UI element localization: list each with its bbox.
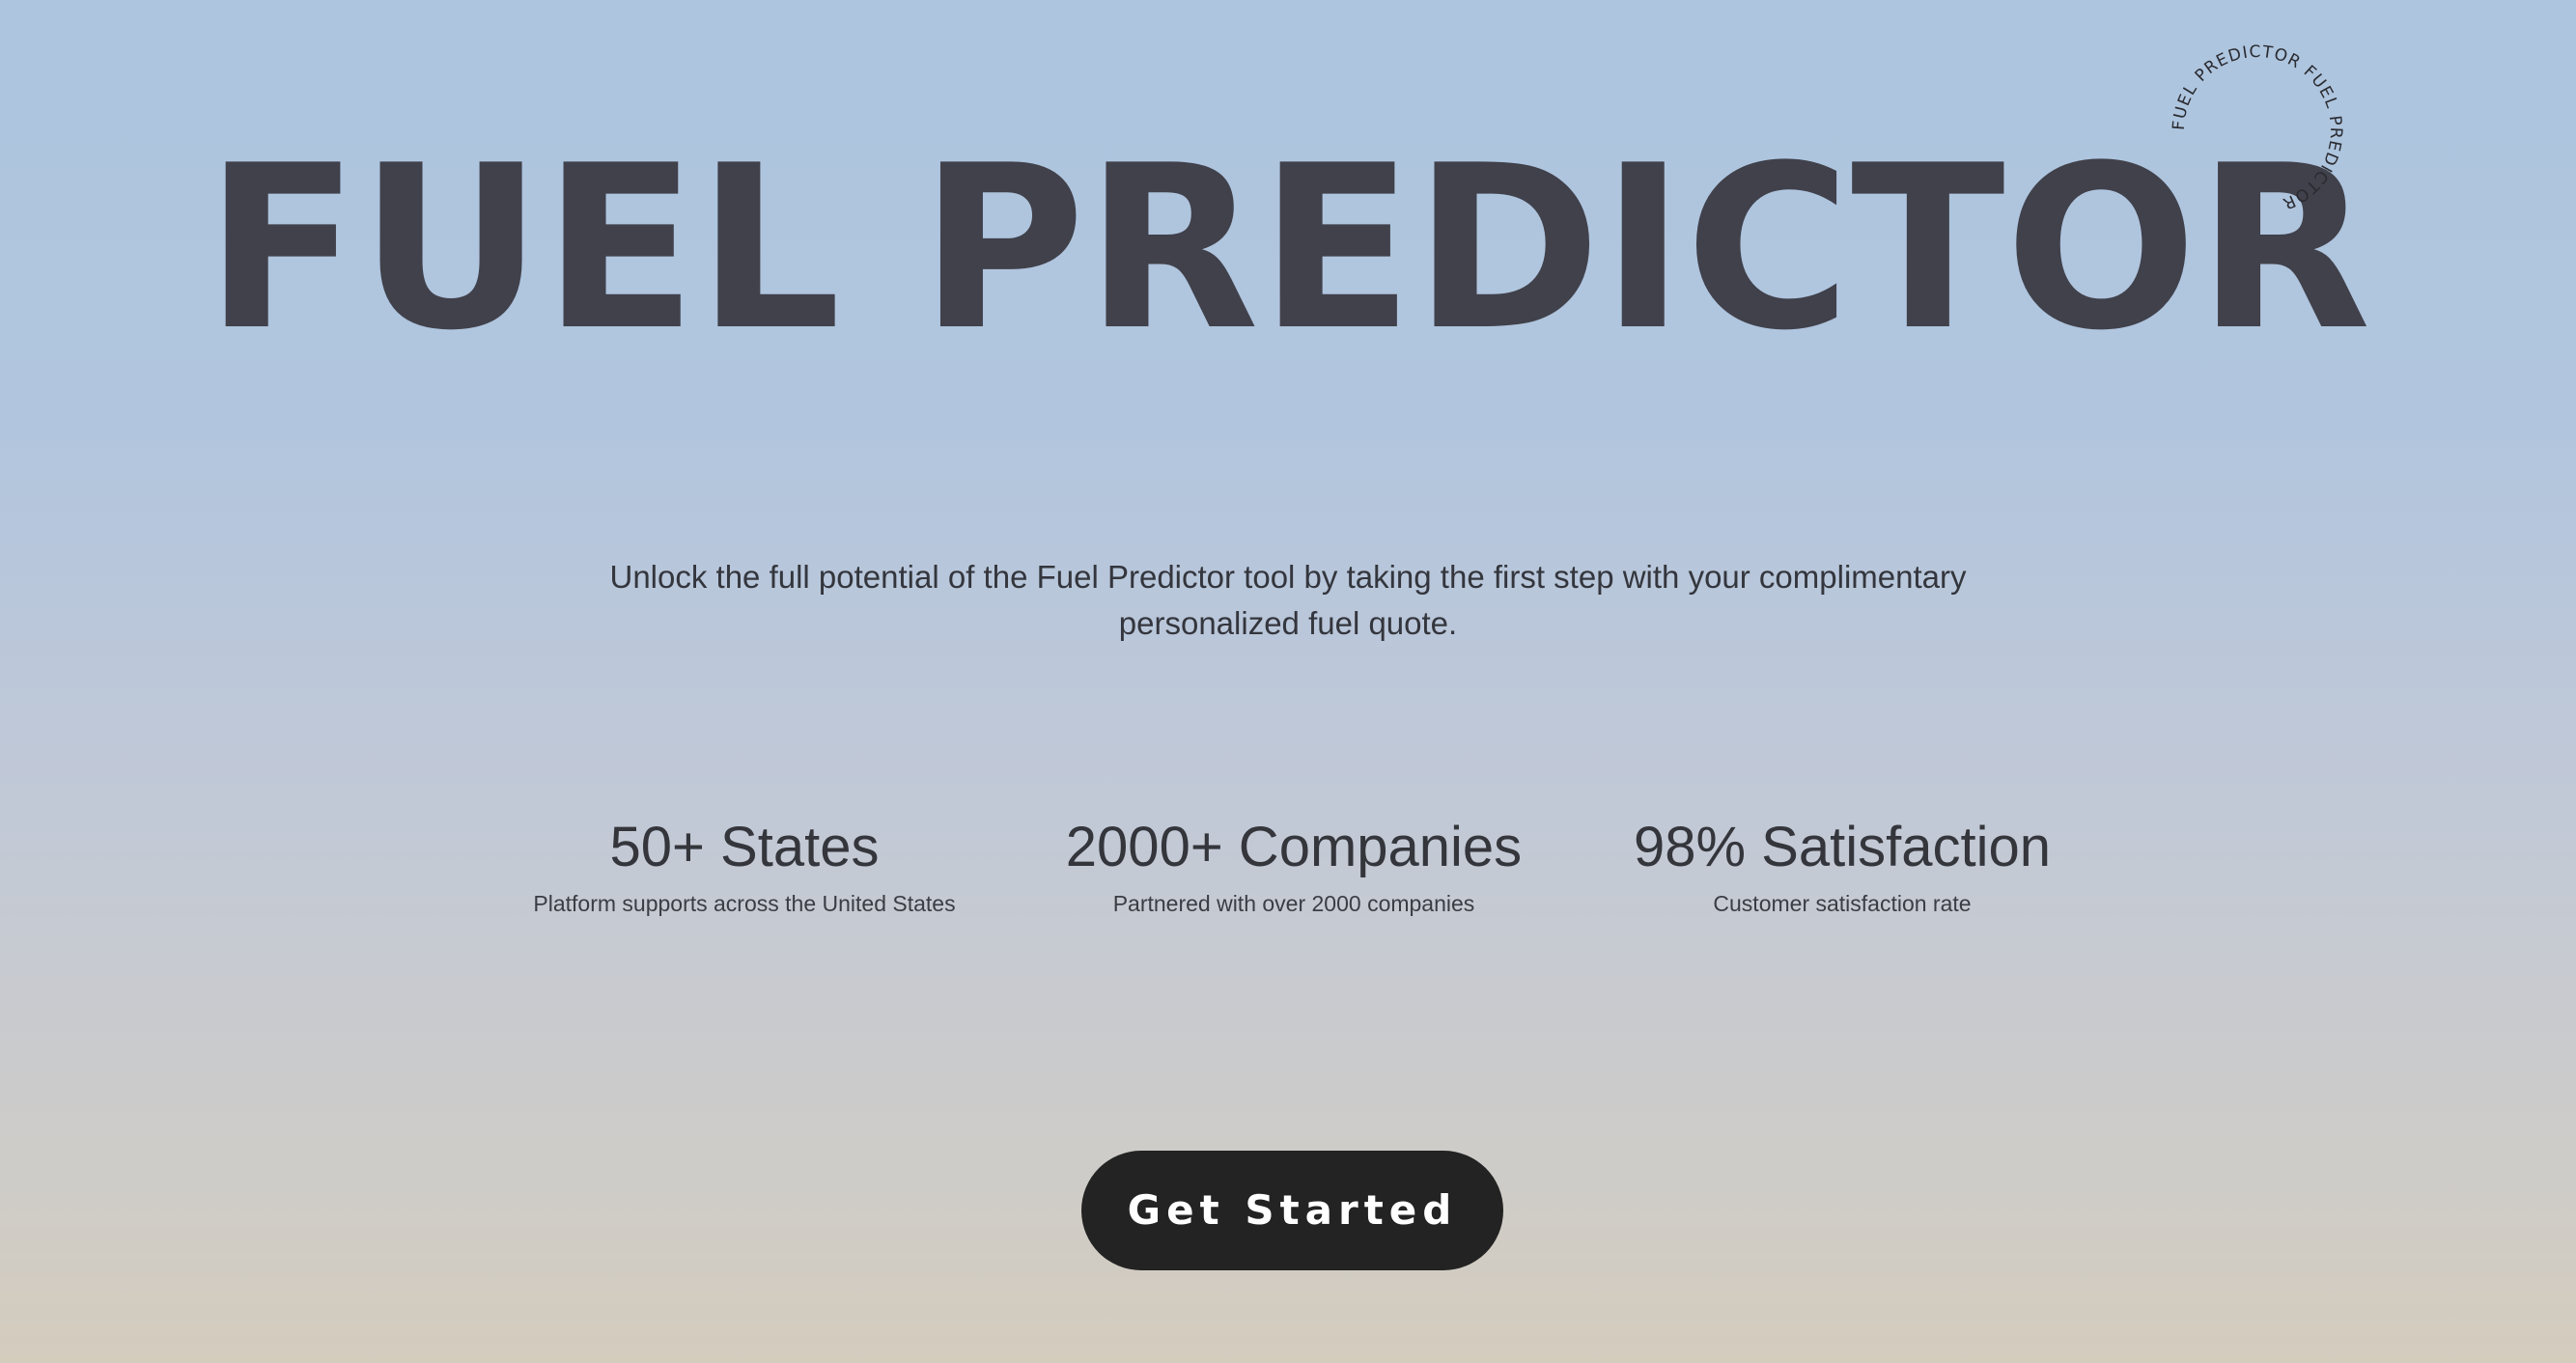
stat-states: 50+ States Platform supports across the … (474, 809, 1015, 921)
stat-value: 50+ States (609, 816, 880, 878)
stat-description: Customer satisfaction rate (1713, 891, 1972, 916)
stat-description: Partnered with over 2000 companies (1112, 891, 1475, 916)
intro-text: Unlock the full potential of the Fuel Pr… (609, 559, 1967, 641)
stats-row: 50+ States Platform supports across the … (0, 809, 2576, 944)
badge-text: FUEL PREDICTOR FUEL PREDICTOR (2170, 42, 2344, 213)
rotating-badge: FUEL PREDICTOR FUEL PREDICTOR (2156, 29, 2359, 232)
stat-value: 2000+ Companies (1065, 816, 1523, 878)
stat-companies: 2000+ Companies Partnered with over 2000… (1023, 809, 1564, 921)
get-started-button[interactable]: Get Started (1081, 1151, 1503, 1270)
svg-text:FUEL PREDICTOR FUEL PREDICTOR: FUEL PREDICTOR FUEL PREDICTOR (2170, 42, 2345, 213)
stat-satisfaction: 98% Satisfaction Customer satisfaction r… (1572, 809, 2113, 921)
stat-description: Platform supports across the United Stat… (533, 891, 956, 916)
stat-value: 98% Satisfaction (1633, 816, 2052, 878)
